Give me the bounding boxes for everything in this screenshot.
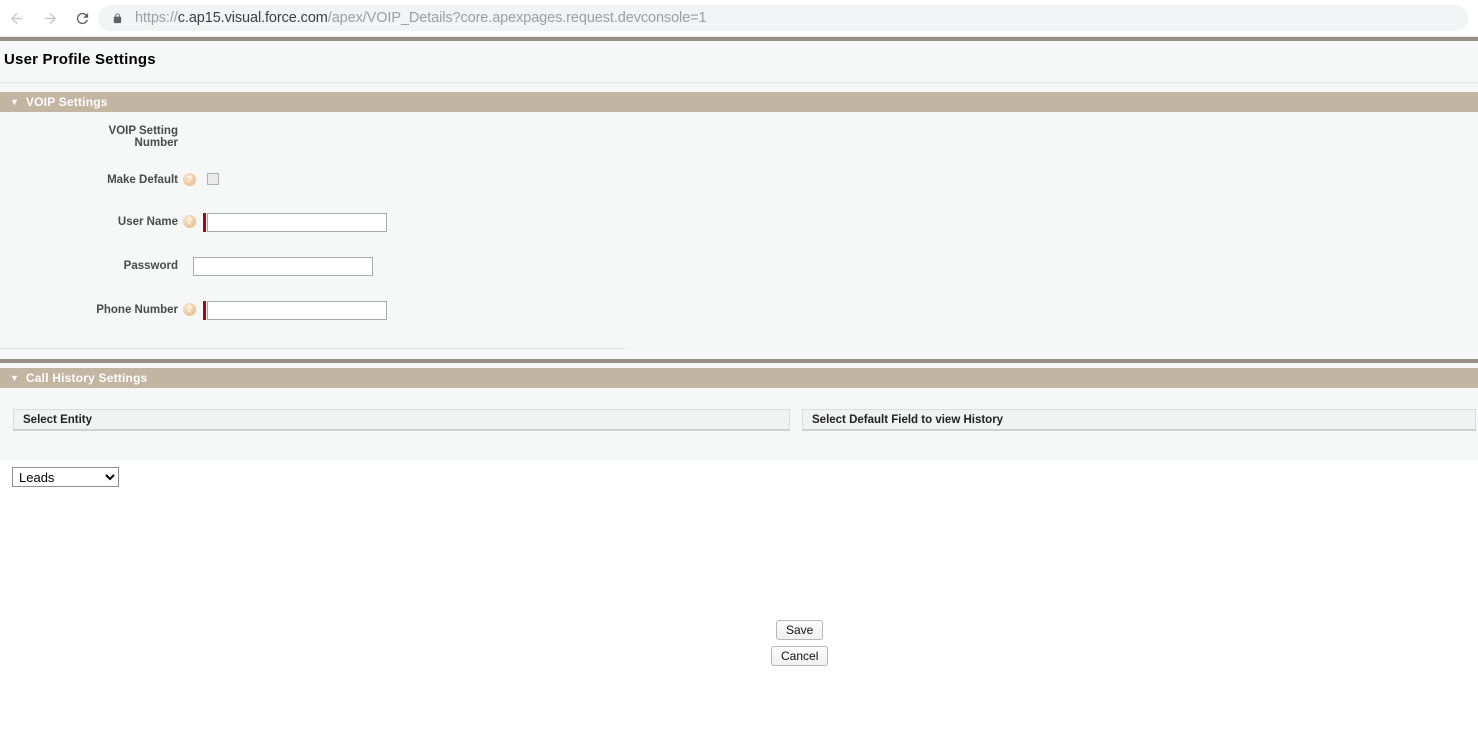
label-phone-number: Phone Number (96, 304, 178, 316)
title-divider (0, 82, 1478, 83)
entity-select-dropdown[interactable]: Leads (12, 467, 119, 487)
reload-icon (76, 12, 88, 24)
call-history-top-rule (0, 359, 1478, 363)
required-indicator-phone-number (203, 301, 206, 320)
form-bottom-divider (0, 348, 625, 349)
back-button[interactable] (4, 6, 28, 30)
column-header-select-default-field: Select Default Field to view History (802, 409, 1476, 431)
url-path: /apex/VOIP_Details?core.apexpages.reques… (327, 10, 707, 26)
column-header-select-entity: Select Entity (13, 409, 790, 431)
help-icon-phone-number[interactable]: ? (183, 303, 196, 316)
phone-number-input[interactable] (207, 301, 387, 320)
save-button[interactable]: Save (776, 620, 824, 640)
section-title-call-history-settings: Call History Settings (25, 371, 148, 385)
label-user-name: User Name (117, 216, 178, 228)
label-voip-setting-number: VOIP Setting Number (0, 121, 178, 149)
section-header-voip-settings[interactable]: ▼ VOIP Settings (0, 92, 1478, 112)
form-row-make-default: Make Default ? (0, 170, 640, 186)
make-default-checkbox[interactable] (207, 173, 219, 185)
form-row-user-name: User Name ? (0, 212, 640, 232)
reload-button[interactable] (70, 6, 94, 30)
help-icon-make-default[interactable]: ? (183, 173, 196, 186)
label-make-default: Make Default (107, 174, 178, 186)
help-icon-user-name[interactable]: ? (183, 215, 196, 228)
required-indicator-user-name (203, 213, 206, 232)
required-bar-placeholder-password (185, 256, 188, 275)
column-header-select-entity-label: Select Entity (23, 413, 93, 426)
section-header-call-history-settings[interactable]: ▼ Call History Settings (0, 368, 1478, 388)
content-area: User Profile Settings ▼ VOIP Settings VO… (0, 41, 1478, 487)
required-bar-placeholder (185, 121, 188, 140)
label-voip-setting-number-line1: VOIP Setting (108, 125, 178, 137)
cancel-button[interactable]: Cancel (771, 646, 829, 666)
collapse-triangle-icon[interactable]: ▼ (10, 97, 19, 107)
omnibox[interactable]: https://c.ap15.visual.force.com/apex/VOI… (98, 5, 1468, 31)
forward-arrow-icon (44, 12, 56, 24)
url-scheme: https:// (135, 10, 178, 26)
lock-icon (113, 12, 122, 23)
back-arrow-icon (10, 12, 22, 24)
label-password: Password (123, 260, 178, 272)
form-row-password: Password (0, 256, 640, 276)
page-title: User Profile Settings (4, 51, 156, 68)
forward-button[interactable] (38, 6, 62, 30)
visualforce-page: User Profile Settings ▼ VOIP Settings VO… (0, 37, 1478, 743)
user-name-input[interactable] (207, 213, 387, 232)
column-header-select-default-field-label: Select Default Field to view History (812, 413, 1004, 426)
url-text: https://c.ap15.visual.force.com/apex/VOI… (135, 10, 707, 26)
url-host: c.ap15.visual.force.com (177, 10, 328, 26)
label-voip-setting-number-line2: Number (134, 137, 178, 149)
password-input[interactable] (193, 257, 373, 276)
browser-chrome: https://c.ap15.visual.force.com/apex/VOI… (0, 0, 1478, 37)
action-button-group: Save Cancel (771, 620, 829, 666)
section-title-voip-settings: VOIP Settings (25, 95, 108, 109)
form-row-voip-setting-number: VOIP Setting Number (0, 121, 640, 149)
collapse-triangle-icon-call-history[interactable]: ▼ (10, 373, 19, 383)
form-row-phone-number: Phone Number ? (0, 300, 640, 320)
